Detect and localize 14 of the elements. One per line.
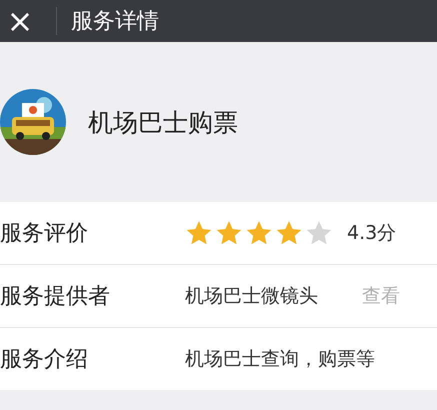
close-button[interactable]: × <box>0 5 40 37</box>
app-name: 机场巴士购票 <box>88 106 238 138</box>
provider-name: 机场巴士微镜头 <box>185 284 318 309</box>
star-icon <box>245 220 273 246</box>
row-label: 服务评价 <box>0 220 89 248</box>
row-label: 服务介绍 <box>0 346 89 374</box>
service-description: 机场巴士查询，购票等 <box>185 347 375 372</box>
star-icon <box>305 220 333 246</box>
star-icon <box>215 220 243 246</box>
rating-score: 4.3分 <box>347 221 396 246</box>
star-icon <box>185 220 213 246</box>
row-label: 服务提供者 <box>0 283 111 311</box>
page-title: 服务详情 <box>71 8 159 36</box>
star-icon <box>275 220 303 246</box>
